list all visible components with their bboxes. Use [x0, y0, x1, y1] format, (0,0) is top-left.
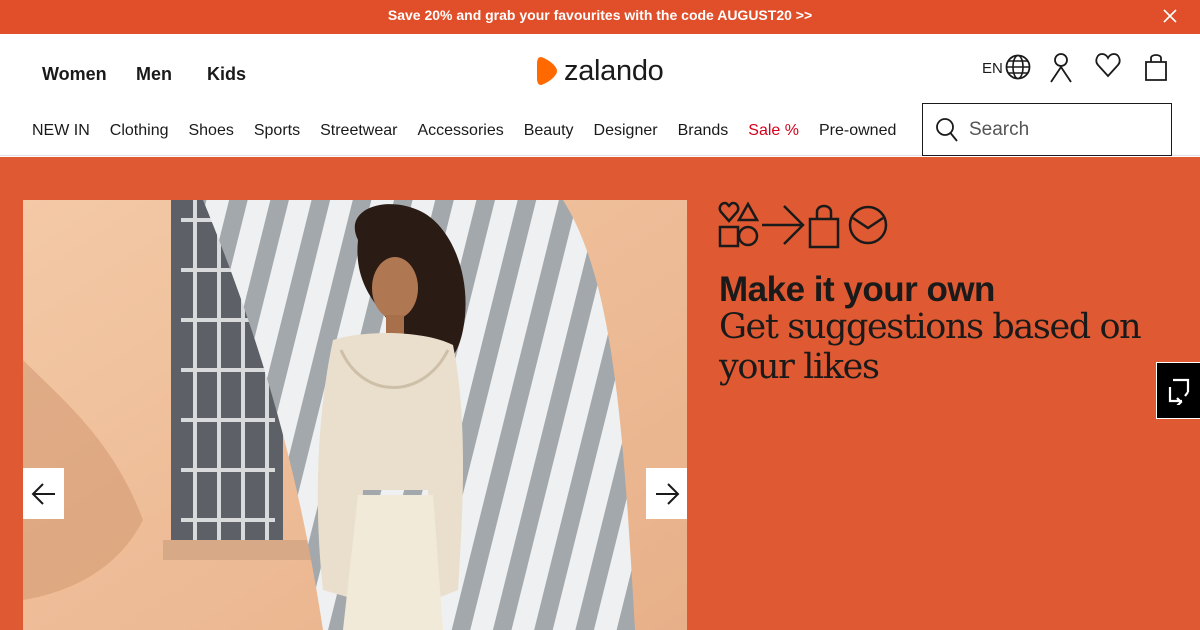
- hero-banner: Make it your own Get suggestions based o…: [0, 157, 1200, 630]
- category-nav: NEW IN Clothing Shoes Sports Streetwear …: [32, 122, 916, 140]
- globe-icon[interactable]: [1005, 52, 1031, 82]
- zalando-logo[interactable]: zalando: [536, 54, 664, 88]
- category-beauty[interactable]: Beauty: [524, 122, 574, 140]
- logo-mark-icon: [537, 57, 557, 85]
- language-selector[interactable]: EN: [982, 60, 1003, 77]
- arrow-right-icon: [762, 205, 805, 245]
- bag-icon[interactable]: [1144, 52, 1168, 82]
- search-box[interactable]: [922, 103, 1172, 156]
- category-brands[interactable]: Brands: [678, 122, 729, 140]
- close-icon[interactable]: [1162, 8, 1178, 24]
- hero-title: Make it your own: [719, 270, 995, 309]
- search-input[interactable]: [969, 118, 1159, 141]
- category-new-in[interactable]: NEW IN: [32, 122, 90, 140]
- shopping-bag-icon: [808, 204, 840, 249]
- carousel-next-button[interactable]: [646, 468, 687, 519]
- promo-bar: Save 20% and grab your favourites with t…: [0, 0, 1200, 34]
- shapes-icon: [718, 201, 760, 248]
- category-designer[interactable]: Designer: [594, 122, 658, 140]
- arrow-left-icon: [31, 482, 55, 505]
- feedback-tab[interactable]: [1156, 362, 1200, 419]
- category-sports[interactable]: Sports: [254, 122, 300, 140]
- promo-banner-link[interactable]: Save 20% and grab your favourites with t…: [0, 0, 1200, 34]
- category-accessories[interactable]: Accessories: [417, 122, 503, 140]
- hero-model-image[interactable]: [23, 200, 687, 630]
- category-streetwear[interactable]: Streetwear: [320, 122, 397, 140]
- category-pre-owned[interactable]: Pre-owned: [819, 122, 896, 140]
- search-icon: [936, 117, 958, 142]
- nav-women[interactable]: Women: [42, 64, 107, 85]
- category-shoes[interactable]: Shoes: [188, 122, 233, 140]
- wishlist-heart-icon[interactable]: [1095, 52, 1121, 78]
- promo-icons: [718, 201, 888, 249]
- account-icon[interactable]: [1049, 52, 1073, 84]
- carousel-prev-button[interactable]: [23, 468, 64, 519]
- logo-text: zalando: [564, 54, 664, 87]
- feedback-icon: [1168, 378, 1189, 405]
- smile-circle-icon: [848, 205, 888, 245]
- nav-kids[interactable]: Kids: [207, 64, 246, 85]
- hero-subtitle: Get suggestions based on your likes: [719, 307, 1142, 387]
- category-clothing[interactable]: Clothing: [110, 122, 169, 140]
- nav-men[interactable]: Men: [136, 64, 172, 85]
- category-sale[interactable]: Sale %: [748, 122, 799, 140]
- site-header: Women Men Kids zalando EN NEW IN Clothin…: [0, 34, 1200, 156]
- arrow-right-icon: [655, 482, 679, 505]
